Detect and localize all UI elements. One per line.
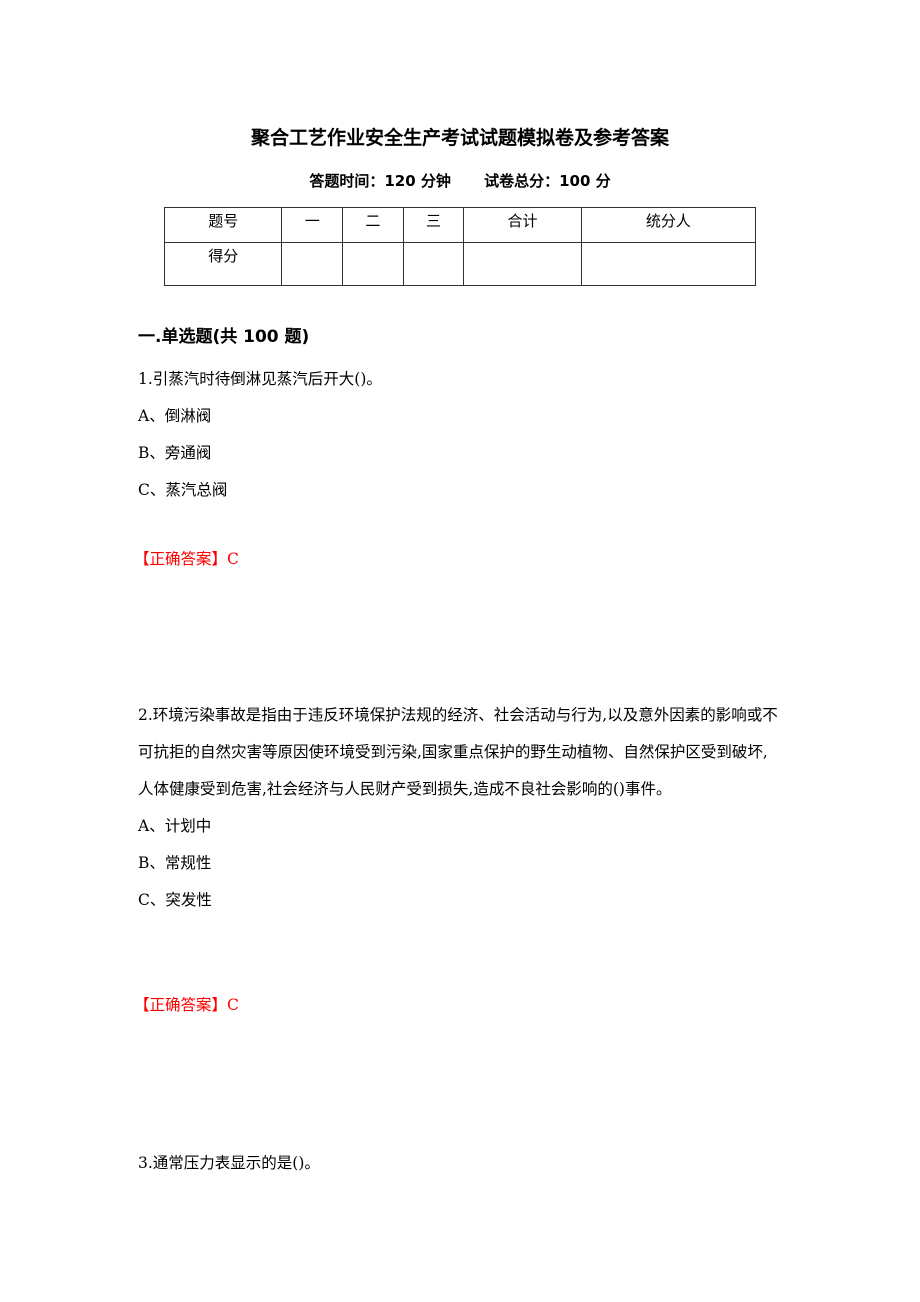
exam-duration: 答题时间：120 分钟: [309, 172, 451, 190]
score-table-score-row: 得分: [163, 242, 757, 286]
correct-answer: 【正确答案】C: [134, 550, 239, 568]
question-stem: 1.引蒸汽时待倒淋见蒸汽后开大()。: [138, 370, 382, 388]
score-table-cell: 得分: [163, 242, 283, 286]
option-b: B、旁通阀: [138, 444, 212, 462]
score-table-cell: 三: [402, 207, 465, 243]
question-stem: 2.环境污染事故是指由于违反环境保护法规的经济、社会活动与行为,以及意外因素的影…: [138, 706, 778, 798]
option-c: C、蒸汽总阀: [138, 481, 228, 499]
score-table-cell: [580, 242, 757, 286]
section-title: 一.单选题(共 100 题): [138, 327, 310, 347]
exam-total-score: 试卷总分：100 分: [484, 172, 611, 190]
exam-meta: 答题时间：120 分钟 试卷总分：100 分: [0, 170, 920, 191]
question-stem: 3.通常压力表显示的是()。: [138, 1154, 320, 1172]
score-table-cell: [402, 242, 465, 286]
option-a: A、计划中: [138, 817, 212, 835]
score-table-cell: 一: [281, 207, 344, 243]
option-c: C、突发性: [138, 891, 212, 909]
score-table-cell: [281, 242, 344, 286]
document-title: 聚合工艺作业安全生产考试试题模拟卷及参考答案: [250, 127, 669, 149]
score-table-cell: [463, 242, 582, 286]
correct-answer: 【正确答案】C: [134, 996, 239, 1014]
question-1: 1.引蒸汽时待倒淋见蒸汽后开大()。 A、倒淋阀 B、旁通阀 C、蒸汽总阀: [138, 361, 778, 509]
score-table-cell: [342, 242, 404, 286]
question-3: 3.通常压力表显示的是()。: [138, 1145, 778, 1182]
score-table-cell: 统分人: [580, 207, 757, 243]
score-table-cell: 二: [342, 207, 404, 243]
question-2: 2.环境污染事故是指由于违反环境保护法规的经济、社会活动与行为,以及意外因素的影…: [138, 697, 778, 919]
score-table-cell: 题号: [163, 207, 283, 243]
score-table-cell: 合计: [463, 207, 582, 243]
option-a: A、倒淋阀: [138, 407, 212, 425]
option-b: B、常规性: [138, 854, 212, 872]
score-table-header-row: 题号 一 二 三 合计 统分人: [163, 207, 757, 243]
score-table: 题号 一 二 三 合计 统分人 得分: [163, 207, 757, 286]
